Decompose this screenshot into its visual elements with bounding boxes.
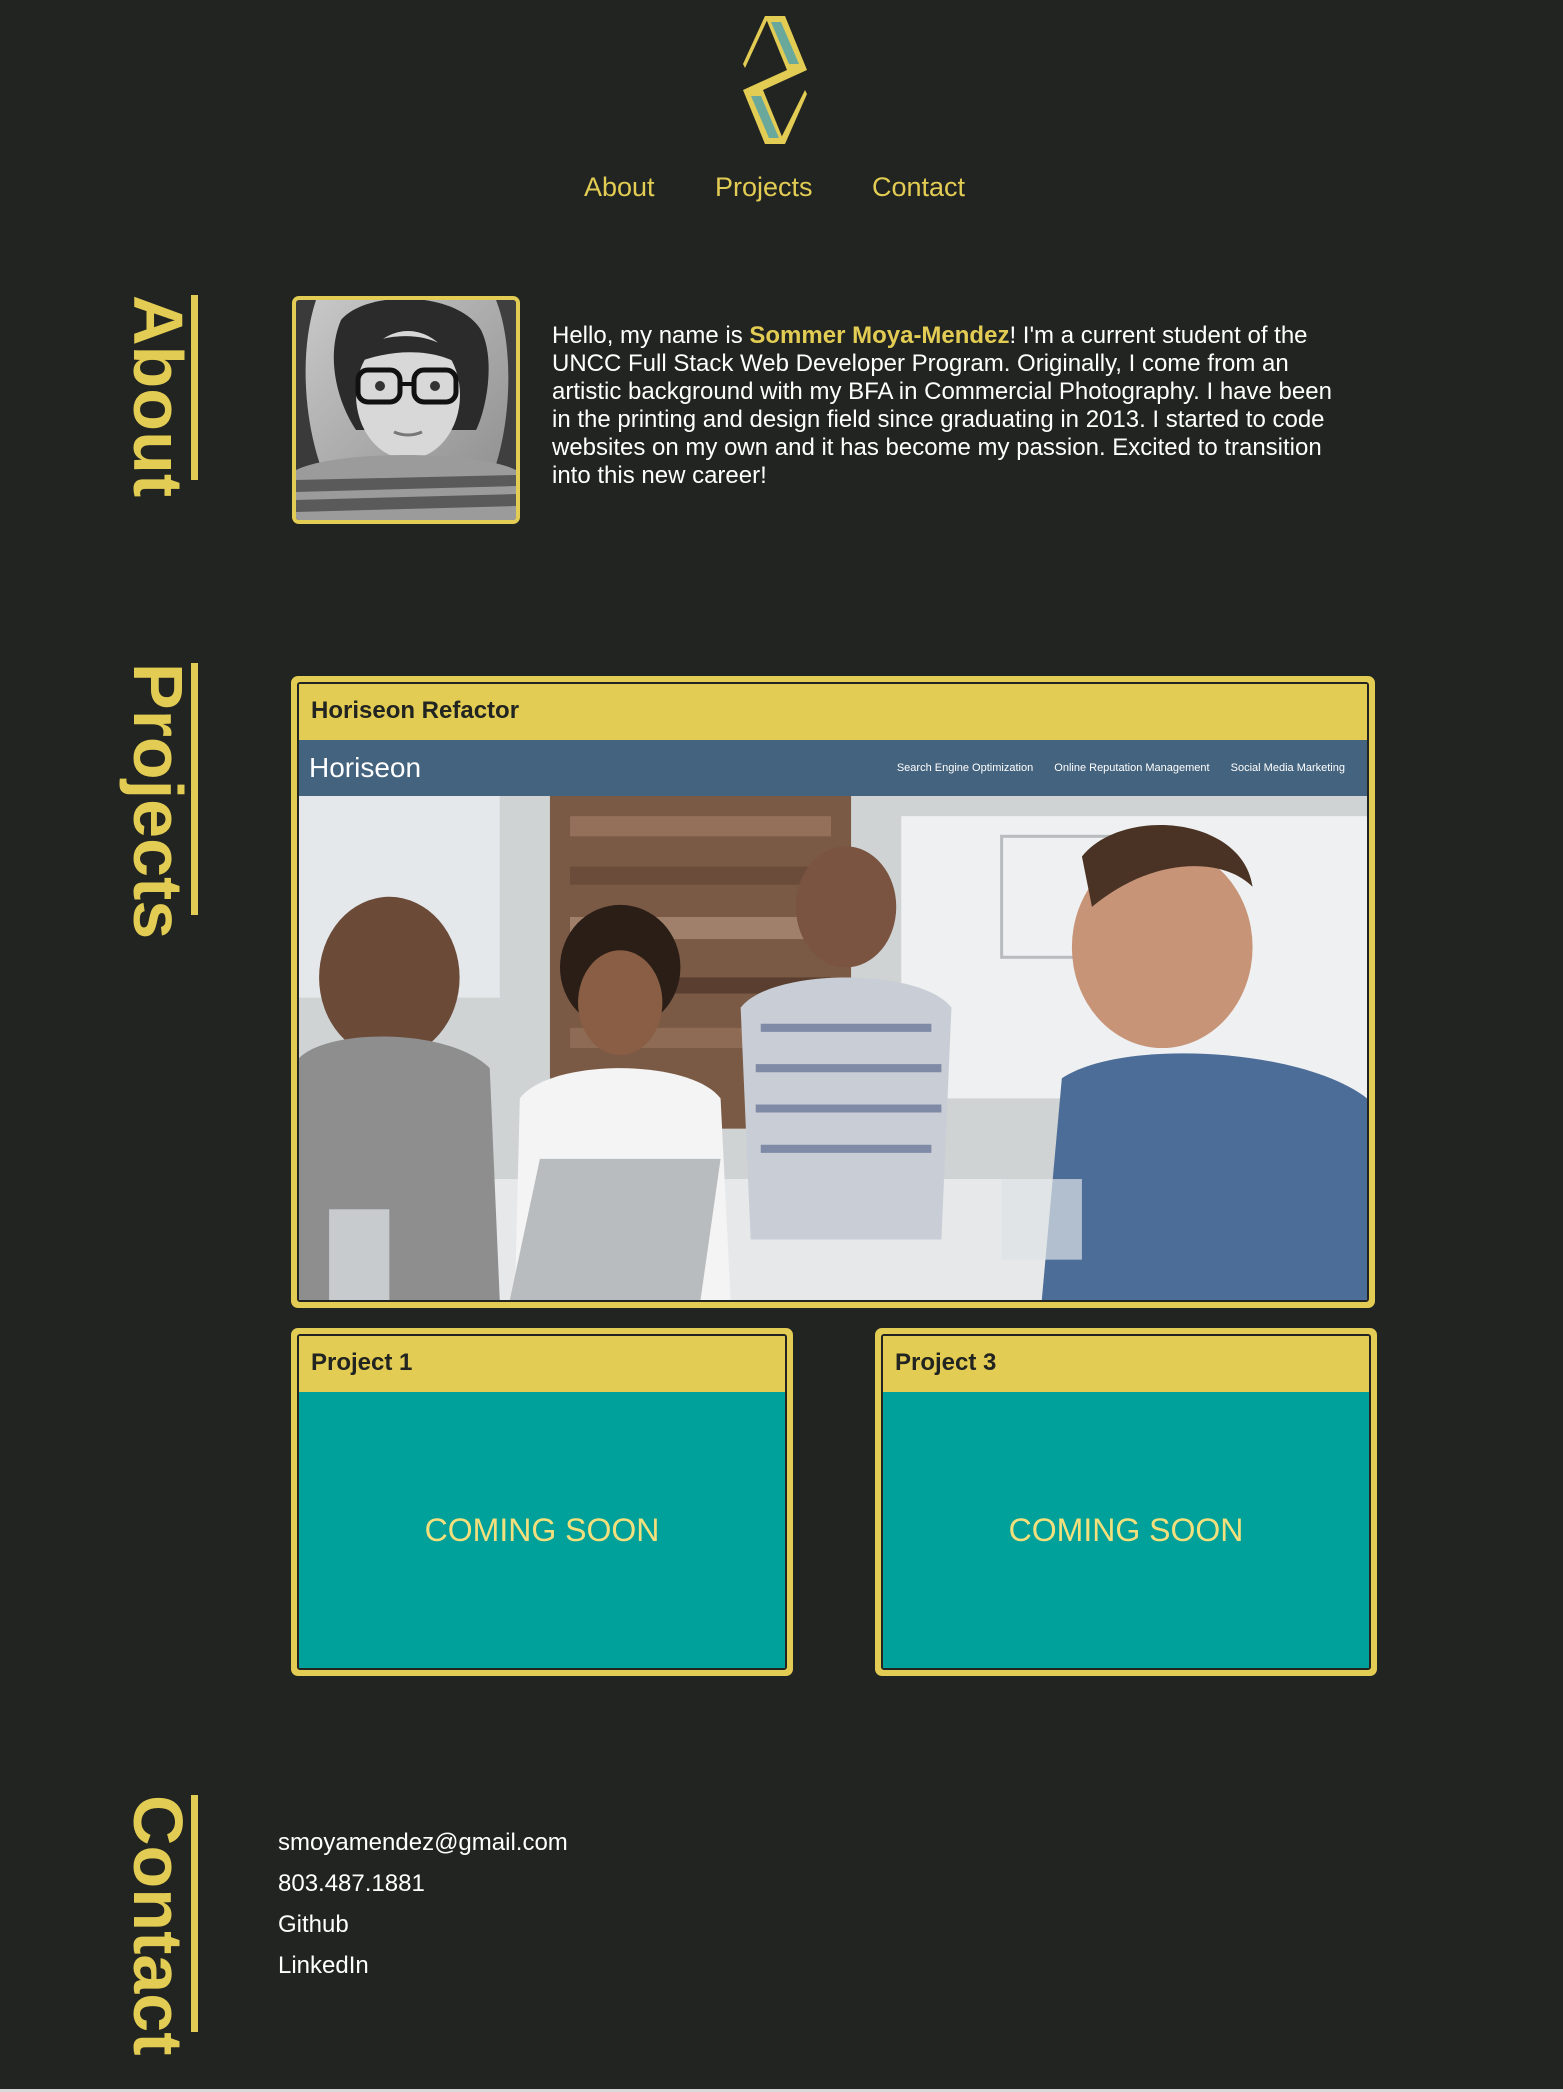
about-section-heading: About (118, 295, 198, 497)
nav-link-about[interactable]: About (584, 168, 655, 206)
heading-bar (191, 1795, 198, 2032)
horiseon-hero-image (299, 796, 1367, 1300)
project-title: Project 3 (883, 1336, 1369, 1390)
projects-section-heading: Projects (118, 663, 198, 939)
card-inner: Project 3 COMING SOON (881, 1334, 1371, 1670)
about-paragraph: Hello, my name is Sommer Moya-Mendez! I'… (552, 322, 1342, 490)
phone-link[interactable]: 803.487.1881 (278, 1863, 568, 1904)
email-link[interactable]: smoyamendez@gmail.com (278, 1822, 568, 1863)
about-heading-text: About (119, 295, 197, 498)
horiseon-preview-logo: Horiseon (309, 752, 422, 783)
author-name: Sommer Moya-Mendez (749, 322, 1010, 349)
preview-nav-link: Social Media Marketing (1230, 762, 1345, 774)
project-title: Project 1 (299, 1336, 785, 1390)
coming-soon-placeholder: COMING SOON (299, 1392, 785, 1668)
heading-bar (191, 295, 198, 480)
s-diamond-logo-icon[interactable] (741, 12, 809, 148)
project-card-3[interactable]: Project 3 COMING SOON (875, 1328, 1377, 1676)
project-card-1[interactable]: Project 1 COMING SOON (291, 1328, 793, 1676)
github-link[interactable]: Github (278, 1904, 568, 1945)
nav-link-contact[interactable]: Contact (872, 168, 965, 206)
card-inner: Project 1 COMING SOON (297, 1334, 787, 1670)
nav-link-projects[interactable]: Projects (715, 168, 813, 206)
profile-photo (292, 296, 520, 524)
main-nav: About Projects Contact (0, 168, 1563, 208)
linkedin-link[interactable]: LinkedIn (278, 1945, 568, 1986)
card-inner: Horiseon Refactor Horiseon Search Engine… (297, 682, 1369, 1302)
heading-bar (191, 663, 198, 915)
preview-nav-link: Online Reputation Management (1054, 762, 1210, 774)
coming-soon-placeholder: COMING SOON (883, 1392, 1369, 1668)
about-intro: Hello, my name is (552, 322, 750, 349)
preview-nav-link: Search Engine Optimization (896, 762, 1034, 774)
projects-heading-text: Projects (119, 663, 197, 940)
horiseon-preview-nav: Search Engine Optimization Online Reputa… (879, 758, 1345, 778)
contact-list: smoyamendez@gmail.com 803.487.1881 Githu… (278, 1822, 568, 1986)
project-title: Horiseon Refactor (299, 684, 1367, 738)
contact-section-heading: Contact (118, 1795, 198, 2056)
contact-heading-text: Contact (119, 1795, 197, 2056)
horiseon-preview-header: Horiseon Search Engine Optimization Onli… (299, 740, 1367, 796)
project-card-horiseon[interactable]: Horiseon Refactor Horiseon Search Engine… (291, 676, 1375, 1308)
